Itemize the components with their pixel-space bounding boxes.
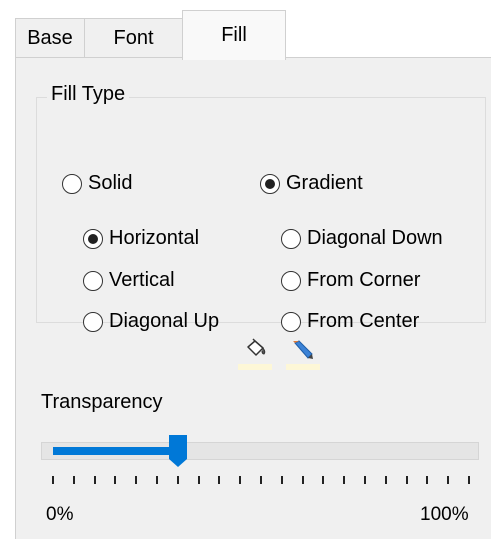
slider-tick bbox=[364, 476, 366, 484]
transparency-max-label: 100% bbox=[420, 504, 469, 525]
radio-horizontal[interactable]: Horizontal bbox=[83, 227, 199, 250]
radio-solid[interactable]: Solid bbox=[62, 172, 132, 195]
tab-bar: Base Font Fill bbox=[15, 10, 485, 60]
transparency-label: Transparency bbox=[41, 391, 163, 413]
radio-diagonal-down-indicator bbox=[281, 228, 301, 249]
radio-from-center[interactable]: From Center bbox=[281, 310, 419, 333]
slider-tick bbox=[405, 476, 408, 484]
fill-color-swatch bbox=[238, 364, 272, 370]
radio-from-corner[interactable]: From Corner bbox=[281, 269, 420, 292]
radio-gradient-label: Gradient bbox=[286, 172, 363, 194]
slider-tick bbox=[135, 476, 138, 484]
radio-horizontal-label: Horizontal bbox=[109, 227, 200, 249]
slider-tick bbox=[426, 476, 429, 484]
radio-diagonal-down[interactable]: Diagonal Down bbox=[281, 227, 443, 250]
tab-base[interactable]: Base bbox=[15, 18, 85, 58]
edit-gradient-swatch bbox=[286, 364, 320, 370]
pencil-icon bbox=[293, 340, 313, 359]
slider-tick bbox=[301, 476, 304, 484]
tab-font-label: Font bbox=[113, 27, 154, 49]
radio-diagonal-up[interactable]: Diagonal Up bbox=[83, 310, 219, 333]
slider-tick bbox=[280, 476, 283, 484]
slider-tick bbox=[93, 476, 96, 484]
slider-tick bbox=[260, 476, 262, 484]
radio-from-center-indicator bbox=[281, 311, 301, 332]
slider-tick bbox=[114, 476, 117, 484]
radio-solid-indicator bbox=[62, 173, 82, 194]
radio-from-center-label: From Center bbox=[307, 310, 420, 332]
fill-color-button[interactable] bbox=[238, 338, 272, 370]
radio-gradient-indicator bbox=[260, 173, 280, 194]
edit-gradient-button[interactable] bbox=[286, 338, 320, 370]
tab-font[interactable]: Font bbox=[84, 18, 183, 58]
radio-vertical-indicator bbox=[83, 270, 103, 291]
slider-tick bbox=[218, 476, 221, 484]
fill-type-group: Fill Type Solid Gradient Horizontal Vert… bbox=[36, 83, 486, 332]
radio-from-corner-label: From Corner bbox=[307, 269, 421, 291]
paint-bucket-icon bbox=[247, 338, 266, 356]
tab-base-label: Base bbox=[27, 27, 73, 49]
slider-tick bbox=[52, 476, 54, 484]
slider-tick bbox=[176, 476, 179, 484]
radio-diagonal-up-label: Diagonal Up bbox=[109, 310, 220, 332]
slider-tick bbox=[468, 476, 470, 484]
radio-gradient[interactable]: Gradient bbox=[260, 172, 363, 195]
slider-tick bbox=[447, 476, 450, 484]
transparency-fill bbox=[53, 447, 178, 455]
tab-fill-label: Fill bbox=[221, 24, 247, 46]
slider-tick bbox=[322, 476, 325, 484]
tab-fill[interactable]: Fill bbox=[182, 10, 286, 60]
radio-solid-label: Solid bbox=[88, 172, 133, 194]
slider-tick bbox=[197, 476, 200, 484]
radio-vertical-label: Vertical bbox=[109, 269, 175, 291]
transparency-slider-thumb[interactable] bbox=[168, 434, 188, 468]
slider-tick bbox=[72, 476, 75, 484]
slider-tick bbox=[384, 476, 387, 484]
fill-type-legend: Fill Type bbox=[47, 83, 130, 106]
radio-diagonal-up-indicator bbox=[83, 311, 103, 332]
slider-tick bbox=[156, 476, 158, 484]
transparency-ticks bbox=[16, 476, 491, 490]
transparency-min-label: 0% bbox=[46, 504, 74, 525]
radio-horizontal-indicator bbox=[83, 228, 103, 249]
radio-diagonal-down-label: Diagonal Down bbox=[307, 227, 443, 249]
slider-tick bbox=[239, 476, 242, 484]
slider-tick bbox=[343, 476, 346, 484]
radio-vertical[interactable]: Vertical bbox=[83, 269, 175, 292]
radio-from-corner-indicator bbox=[281, 270, 301, 291]
fill-panel: Fill Type Solid Gradient Horizontal Vert… bbox=[15, 57, 491, 539]
